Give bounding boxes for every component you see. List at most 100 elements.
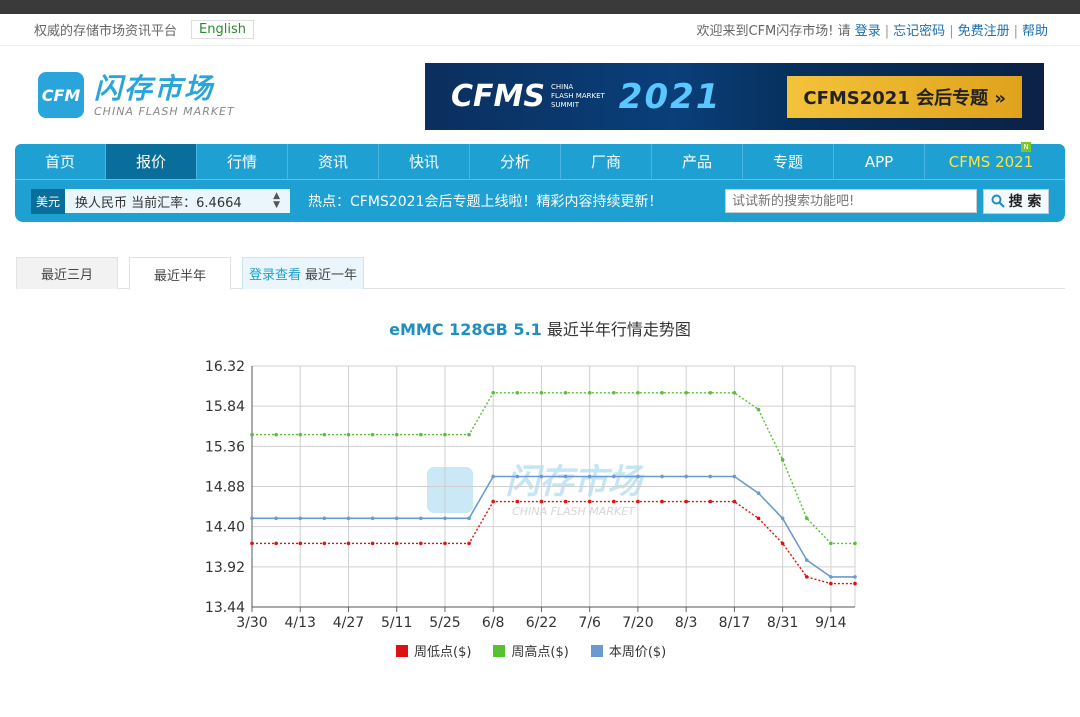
chart-legend: 周低点($) 周高点($) 本周价($) (396, 641, 666, 660)
series-2-point (636, 474, 640, 479)
y-tick-label: 15.84 (205, 399, 245, 415)
series-2-point (732, 474, 737, 479)
series-2-point (370, 516, 375, 521)
series-2-point (587, 474, 592, 479)
legend-label: 周低点($) (414, 645, 472, 660)
nav-item-home[interactable]: 首页 (15, 144, 106, 179)
tab-last-three-months[interactable]: 最近三月 (16, 257, 119, 289)
series-1-point (370, 432, 375, 437)
site-header: CFM 闪存市场 CHINA FLASH MARKET CFMS CHINA FL… (0, 46, 1080, 144)
chart-watermark-en: CHINA FLASH MARKET (512, 505, 636, 518)
y-tick-label: 14.88 (205, 480, 245, 496)
tab-last-year[interactable]: 登录查看 最近一年 (242, 257, 365, 289)
series-0-point (298, 541, 303, 546)
series-0-point (419, 541, 423, 546)
forgot-password-link[interactable]: 忘记密码 (893, 24, 945, 39)
series-1-point (274, 432, 278, 437)
chart-watermark-cn: 闪存市场 (506, 462, 646, 502)
x-tick-label: 8/31 (767, 615, 798, 631)
series-2-point (298, 516, 303, 521)
currency-label: 美元 (31, 188, 66, 214)
series-1-point (780, 457, 785, 462)
login-to-view-link[interactable]: 登录查看 (249, 264, 301, 283)
register-link[interactable]: 免费注册 (958, 24, 1010, 39)
legend-label: 周高点($) (511, 645, 569, 660)
series-2-point (443, 516, 447, 521)
series-2-point (612, 474, 616, 479)
x-tick-label: 3/30 (236, 615, 267, 631)
series-1-point (732, 390, 737, 395)
series-2-point (539, 474, 544, 479)
series-0-point (587, 499, 592, 504)
banner-cta-button[interactable]: CFMS2021 会后专题 » (787, 75, 1022, 118)
series-2-point (708, 474, 713, 479)
search-input[interactable] (725, 189, 977, 213)
x-tick-label: 6/8 (482, 615, 505, 631)
x-tick-label: 8/17 (719, 615, 750, 631)
legend-item[interactable]: 周高点($) (493, 641, 569, 660)
series-0-point (612, 499, 616, 504)
nav-item-analysis[interactable]: 分析 (470, 144, 561, 179)
series-0-point (322, 541, 327, 546)
hot-news-ticker[interactable]: 热点：CFMS2021会后专题上线啦！精彩内容持续更新！ (308, 191, 662, 211)
series-2-point (322, 516, 327, 521)
nav-item-vendors[interactable]: 厂商 (561, 144, 652, 179)
nav-item-news[interactable]: 资讯 (288, 144, 379, 179)
logo-chinese-name: 闪存市场 (94, 71, 215, 105)
nav-item-flash-news[interactable]: 快讯 (379, 144, 470, 179)
x-tick-label: 8/3 (675, 615, 698, 631)
series-0-point (515, 499, 520, 504)
legend-item[interactable]: 周低点($) (396, 641, 471, 660)
x-tick-label: 5/25 (429, 615, 460, 631)
series-2-point (804, 558, 809, 562)
series-0-point (539, 499, 544, 504)
cfms2021-banner[interactable]: CFMS CHINA FLASH MARKET SUMMIT 2021 CFMS20… (425, 63, 1044, 130)
series-1-point (829, 541, 833, 546)
banner-year: 2021 (618, 76, 722, 117)
nav-item-market[interactable]: 行情 (197, 144, 288, 179)
series-0-point (467, 541, 471, 546)
series-1-point (804, 516, 809, 521)
series-1-point (346, 432, 351, 437)
series-1-point (612, 390, 616, 395)
chart-title-product: eMMC 128GB 5.1 (389, 320, 542, 339)
y-tick-label: 14.40 (205, 520, 245, 536)
series-0-point (563, 499, 568, 504)
legend-item[interactable]: 本周价($) (590, 641, 666, 660)
series-0-point (636, 499, 640, 504)
english-language-button[interactable]: English (191, 20, 254, 39)
legend-swatch (590, 644, 603, 657)
series-2-point (250, 516, 254, 521)
welcome-text: 欢迎来到CFM闪存市场! 请 (696, 24, 851, 39)
nav-item-quotes[interactable]: 报价 (106, 144, 197, 179)
exchange-rate-select[interactable]: 换人民币 当前汇率：6.4664 ▲ ▼ (65, 189, 291, 213)
banner-cfms-logo: CFMS (451, 79, 545, 114)
select-arrows-icon: ▲ ▼ (273, 191, 281, 210)
series-2-point (419, 516, 423, 521)
logo-english-name: CHINA FLASH MARKET (94, 104, 235, 118)
series-0-point (708, 499, 713, 504)
nav-item-products[interactable]: 产品 (652, 144, 743, 179)
topbar-left: 权威的存储市场资讯平台 English (34, 20, 254, 39)
nav-item-cfms2021[interactable]: CFMS 2021 N (925, 142, 1057, 179)
site-slogan: 权威的存储市场资讯平台 (34, 24, 178, 39)
login-link[interactable]: 登录 (855, 24, 881, 39)
chart-title: eMMC 128GB 5.1 最近半年行情走势图 (0, 316, 1080, 340)
series-1-point (660, 390, 664, 395)
series-0-point (346, 541, 351, 546)
site-logo[interactable]: CFM 闪存市场 CHINA FLASH MARKET (38, 72, 235, 118)
help-link[interactable]: 帮助 (1022, 24, 1048, 39)
series-2-point (491, 474, 496, 479)
window-top-strip (0, 0, 1080, 14)
x-tick-label: 9/14 (815, 615, 847, 631)
tab-last-half-year[interactable]: 最近半年 (129, 257, 232, 290)
legend-swatch (396, 644, 408, 657)
sub-navigation-bar: 美元 换人民币 当前汇率：6.4664 ▲ ▼ 热点：CFMS2021会后专题上线… (15, 180, 1065, 222)
series-1-point (322, 432, 327, 437)
series-1-point (708, 390, 713, 395)
nav-item-topics[interactable]: 专题 (743, 144, 834, 179)
series-0-point (394, 541, 399, 546)
search-button[interactable]: 搜 索 (983, 188, 1049, 214)
nav-item-app[interactable]: APP (834, 144, 925, 179)
series-1-point (684, 390, 688, 395)
